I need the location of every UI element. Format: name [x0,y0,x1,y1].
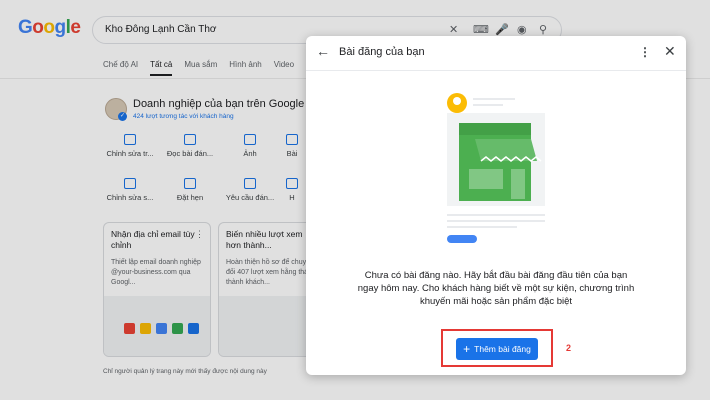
storefront-image [447,113,545,206]
empty-posts-illustration [447,90,547,250]
divider [306,70,686,71]
back-arrow-icon[interactable]: ← [316,43,330,59]
empty-state-message: Chưa có bài đăng nào. Hãy bắt đầu bài đă… [357,270,635,307]
step-number: 2 [566,343,572,353]
avatar-icon [447,93,467,113]
posts-dialog: ← Bài đăng của bạn ⋮ ✕ Chưa có bài đăng … [306,36,686,375]
more-vert-icon[interactable]: ⋮ [639,45,651,59]
highlight-box [441,329,553,367]
dialog-title: Bài đăng của bạn [339,46,425,58]
storefront-icon [459,123,542,201]
illustration-button [447,235,477,243]
close-icon[interactable]: ✕ [664,43,676,60]
